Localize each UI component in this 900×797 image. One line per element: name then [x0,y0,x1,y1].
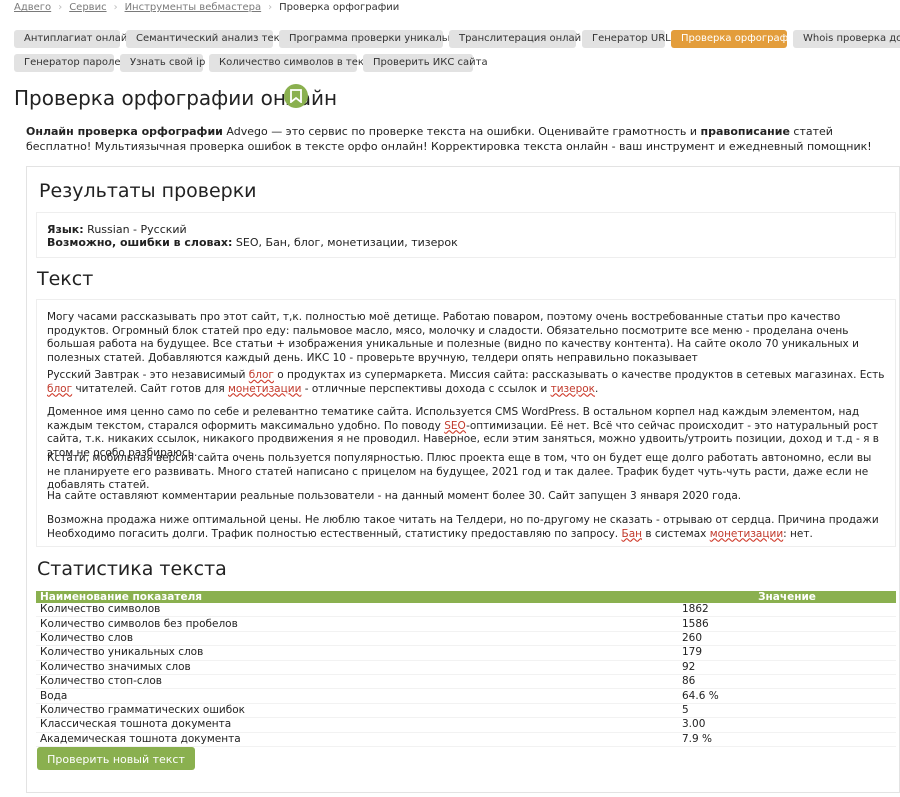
table-row: Количество грамматических ошибок 5 [36,703,896,719]
stat-name: Количество слов [36,631,678,647]
stat-name: Классическая тошнота документа [36,717,678,733]
table-row: Количество значимых слов 92 [36,660,896,675]
chevron-right-icon: › [113,2,118,13]
breadcrumb-link-service[interactable]: Сервис [69,2,106,13]
chevron-right-icon: › [58,2,63,13]
breadcrumb-link-webmaster-tools[interactable]: Инструменты вебмастера [125,2,262,13]
stat-value: 86 [678,674,896,690]
tab-char-count[interactable]: Количество символов в тексте [209,54,381,72]
results-title: Результаты проверки [39,180,257,202]
tab-row-1: Антиплагиат онлайн Семантический анализ … [14,30,900,48]
error-word[interactable]: монетизации [710,528,783,540]
stat-value: 179 [678,645,896,661]
tab-antiplagiat[interactable]: Антиплагиат онлайн [14,30,134,48]
bookmark-icon[interactable] [284,84,308,108]
text-span: . [595,382,599,395]
stat-name: Количество грамматических ошибок [36,703,678,719]
language-value: Russian - Русский [83,223,187,236]
stats-col-name: Наименование показателя [36,591,678,603]
text-span: : нет. [783,527,813,540]
stat-value: 1862 [678,603,896,618]
stat-name: Академическая тошнота документа [36,732,678,747]
table-row: Количество символов без пробелов 1586 [36,616,896,632]
tab-semantic-analysis[interactable]: Семантический анализ текста [126,30,297,48]
text-span: - отличные перспективы дохода с ссылок и [301,382,551,395]
table-row: Вода 64.6 % [36,688,896,704]
stat-name: Количество символов без пробелов [36,616,678,632]
language-info: Язык: Russian - Русский Возможно, ошибки… [36,212,896,258]
stats-col-value: Значение [678,591,896,603]
text-paragraph-4: Кстати, мобильная версия сайта очень пол… [47,452,872,491]
table-row: Количество слов 260 [36,631,896,647]
stat-value: 5 [678,703,896,719]
tab-uniqueness-program[interactable]: Программа проверки уникальности [279,30,478,48]
text-paragraph-1: Могу часами рассказывать про этот сайт, … [47,311,859,364]
stat-value: 7.9 % [678,732,896,747]
stat-value: 92 [678,660,896,675]
chevron-right-icon: › [268,2,273,13]
text-paragraph-5: На сайте оставляют комментарии реальные … [47,490,742,502]
text-span: в системах [642,527,710,540]
tab-url-generator[interactable]: Генератор URL [582,30,671,48]
text-section-title: Текст [37,268,94,290]
text-paragraph-6: Возможна продажа ниже оптимальной цены. … [47,514,887,541]
tab-row-2: Генератор паролей Узнать свой ip Количес… [14,54,900,72]
tab-iks-check[interactable]: Проверить ИКС сайта [363,54,488,72]
language-line: Язык: Russian - Русский [47,223,187,236]
intro-text: Онлайн проверка орфографии Advego — это … [26,124,896,154]
stats-title: Статистика текста [37,558,227,580]
error-word[interactable]: блог [249,369,274,381]
language-label: Язык: [47,223,84,236]
check-new-text-button[interactable]: Проверить новый текст [37,747,195,770]
text-span: читателей. Сайт готов для [72,382,228,395]
stat-name: Количество стоп-слов [36,674,678,690]
text-paragraph-2: Русский Завтрак - это независимый блог о… [47,369,887,396]
stat-value: 1586 [678,616,896,632]
tab-whois[interactable]: Whois проверка домена [793,30,900,48]
stats-table: Наименование показателя Значение Количес… [36,591,896,747]
stat-name: Вода [36,688,678,704]
intro-lead: Онлайн проверка орфографии [26,125,223,138]
tab-password-generator[interactable]: Генератор паролей [14,54,127,72]
error-word[interactable]: монетизации [228,383,301,395]
checked-text: Могу часами рассказывать про этот сайт, … [36,299,896,547]
text-span: о продуктах из супермаркета. Миссия сайт… [273,369,885,381]
errors-value: SEO, Бан, блог, монетизации, тизерок [232,236,458,249]
text-span: Русский Завтрак - это независимый [47,369,249,381]
breadcrumb: Адвего › Сервис › Инструменты вебмастера › Про… [14,2,399,13]
tab-spell-check[interactable]: Проверка орфографии [671,30,801,48]
intro-bold-mid: правописание [700,125,790,138]
errors-label: Возможно, ошибки в словах: [47,236,233,249]
table-row: Количество символов 1862 [36,603,896,618]
tab-transliteration[interactable]: Транслитерация онлайн [449,30,588,48]
table-row: Количество уникальных слов 179 [36,645,896,661]
stat-value: 3.00 [678,717,896,733]
table-row: Академическая тошнота документа 7.9 % [36,732,896,747]
intro-part1: Advego — это сервис по проверке текста н… [222,125,701,138]
stat-value: 64.6 % [678,688,896,704]
stats-header-row: Наименование показателя Значение [36,591,896,603]
stat-name: Количество символов [36,603,678,618]
stat-name: Количество значимых слов [36,660,678,675]
table-row: Классическая тошнота документа 3.00 [36,717,896,733]
stat-name: Количество уникальных слов [36,645,678,661]
breadcrumb-link-advego[interactable]: Адвего [14,2,51,13]
table-row: Количество стоп-слов 86 [36,674,896,690]
stat-value: 260 [678,631,896,647]
error-word[interactable]: SEO [444,420,466,432]
error-word[interactable]: тизерок [551,383,595,395]
error-word[interactable]: блог [47,383,72,395]
tab-my-ip[interactable]: Узнать свой ip [120,54,205,72]
error-word[interactable]: Бан [621,528,642,540]
breadcrumb-current: Проверка орфографии [279,2,400,13]
errors-line: Возможно, ошибки в словах: SEO, Бан, бло… [47,236,458,249]
tool-tabs: Антиплагиат онлайн Семантический анализ … [14,30,900,78]
